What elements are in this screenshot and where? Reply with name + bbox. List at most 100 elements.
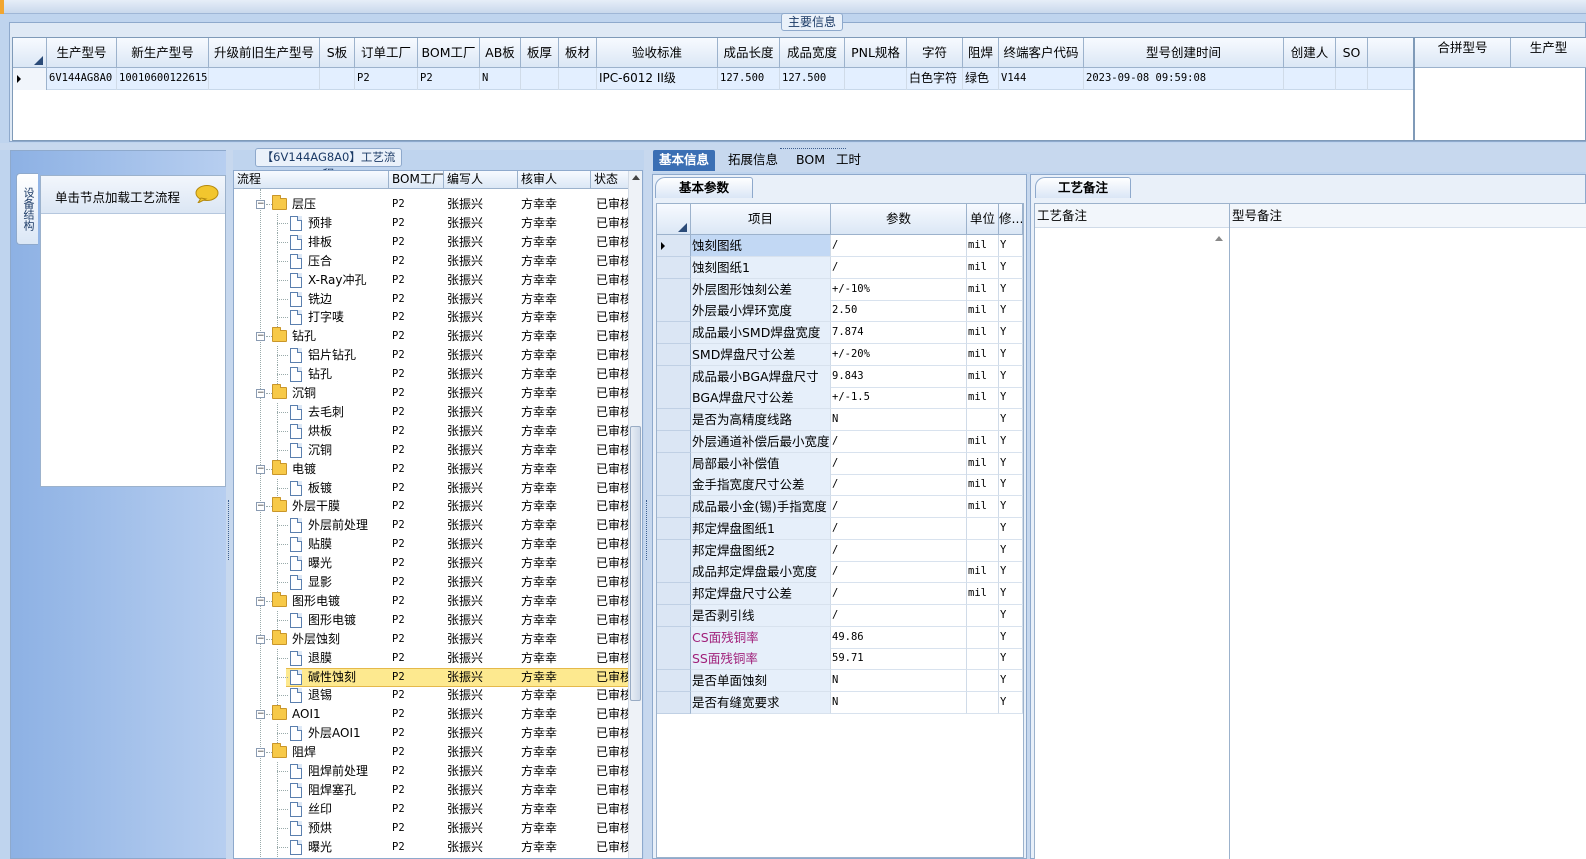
row-selector[interactable] [657, 365, 691, 388]
row-selector[interactable] [657, 539, 691, 562]
params-row[interactable]: 局部最小补偿值 / mil Y [657, 452, 1023, 475]
table-cell[interactable] [521, 68, 559, 90]
column-header[interactable]: S板 [320, 38, 355, 68]
horizontal-splitter[interactable] [0, 143, 1586, 150]
param-value-cell[interactable]: / [831, 561, 967, 584]
param-value-cell[interactable]: +/-10% [831, 278, 967, 301]
basic-params-grid[interactable]: 项目 参数 单位 修... 蚀刻图纸 / mil Y 蚀刻图纸1/mil Y 外层图形蚀刻公差 +/… [656, 203, 1024, 858]
params-row[interactable]: 是否单面蚀刻 N Y [657, 670, 1023, 692]
grid-corner[interactable] [13, 38, 47, 68]
tree-row[interactable]: − 电镀 P2 张振兴 方幸幸 已审核 [234, 459, 628, 479]
row-selector[interactable] [657, 670, 691, 692]
tree-row[interactable]: 碱性蚀刻 P2 张振兴 方幸幸 已审核 [234, 667, 628, 687]
tab-process-notes[interactable]: 工艺备注 [1035, 177, 1131, 198]
row-selector[interactable] [13, 68, 47, 90]
scroll-up-icon[interactable] [632, 175, 640, 180]
tree-row[interactable]: 排板 P2 张振兴 方幸幸 已审核 [234, 232, 628, 252]
column-header[interactable]: 验收标准 [597, 38, 718, 68]
scroll-thumb[interactable] [630, 426, 641, 701]
collapse-icon[interactable]: − [256, 200, 265, 209]
collapse-icon[interactable]: − [256, 596, 265, 606]
tree-row[interactable]: 压合 P2 张振兴 方幸幸 已审核 [234, 251, 628, 271]
collapse-icon[interactable]: − [256, 389, 265, 398]
param-value-cell[interactable]: / [831, 256, 967, 279]
left-splitter[interactable] [226, 150, 233, 859]
tree-row[interactable]: − 钻孔 P2 张振兴 方幸幸 已审核 [234, 327, 628, 346]
row-selector[interactable] [657, 452, 691, 475]
params-row[interactable]: 外层最小焊环宽度 2.50 mil Y [657, 300, 1023, 323]
tree-row[interactable]: 外层AOI1 P2 张振兴 方幸幸 已审核 [234, 724, 628, 744]
param-flag-cell[interactable]: Y [999, 670, 1023, 692]
table-cell[interactable] [209, 68, 320, 90]
row-selector[interactable] [657, 278, 691, 301]
table-cell[interactable]: 绿色 [963, 68, 999, 90]
tree-row[interactable]: 沉铜 P2 张振兴 方幸幸 已审核 [234, 440, 628, 460]
param-value-cell[interactable]: 49.86 [831, 626, 967, 649]
tree-row[interactable]: 铝片钻孔 P2 张振兴 方幸幸 已审核 [234, 346, 628, 366]
param-flag-cell[interactable]: Y [999, 583, 1023, 605]
row-selector[interactable] [657, 322, 691, 344]
column-header[interactable]: AB板 [480, 38, 521, 68]
row-selector[interactable] [657, 604, 691, 627]
column-header[interactable]: 合拼型号 [1415, 38, 1511, 68]
row-selector[interactable] [657, 517, 691, 540]
tree-row[interactable]: 板镀 P2 张振兴 方幸幸 已审核 [234, 478, 628, 498]
collapse-icon[interactable]: − [256, 332, 265, 342]
params-row[interactable]: 是否有缝宽要求 N Y [657, 691, 1023, 714]
tree-row[interactable]: 钻孔 P2 张振兴 方幸幸 已审核 [234, 365, 628, 385]
table-row[interactable]: 6V144AG8A0 10010600122615 P2 P2 N IPC-6012 II… [13, 68, 1413, 90]
param-flag-cell[interactable]: Y [999, 691, 1023, 714]
column-header[interactable]: 阻焊 [963, 38, 999, 68]
table-cell[interactable]: 6V144AG8A0 [47, 68, 117, 90]
params-row[interactable]: 金手指宽度尺寸公差 / mil Y [657, 474, 1023, 497]
column-header[interactable]: 字符 [907, 38, 963, 68]
params-row[interactable]: 外层图形蚀刻公差 +/-10% mil Y [657, 278, 1023, 301]
tree-row[interactable]: 铣边 P2 张振兴 方幸幸 已审核 [234, 289, 628, 309]
params-row[interactable]: 是否为高精度线路 N Y [657, 409, 1023, 431]
column-header[interactable]: 新生产型号 [117, 38, 209, 68]
tree-column-header[interactable]: 流程 [234, 171, 389, 189]
column-header[interactable]: 终端客户代码 [999, 38, 1084, 68]
tree-row[interactable]: − 外层蚀刻 P2 张振兴 方幸幸 已审核 [234, 629, 628, 649]
row-selector[interactable] [657, 235, 691, 257]
param-value-cell[interactable]: / [831, 604, 967, 627]
tab-extended-info[interactable]: 拓展信息 [722, 150, 784, 171]
column-header[interactable]: 成品长度 [718, 38, 780, 68]
tree-row[interactable]: − AOI1 P2 张振兴 方幸幸 已审核 [234, 705, 628, 724]
table-cell[interactable]: V144 [999, 68, 1084, 90]
main-info-grid[interactable]: 生产型号 新生产型号 升级前旧生产型号 S板 订单工厂 BOM工厂 AB板 板厚 板材 验收标准成… [12, 37, 1414, 141]
row-selector[interactable] [657, 256, 691, 279]
params-row[interactable]: 邦定焊盘图纸2/ Y [657, 539, 1023, 562]
param-value-cell[interactable]: 7.874 [831, 322, 967, 344]
tree-row[interactable]: − 图形电镀 P2 张振兴 方幸幸 已审核 [234, 591, 628, 611]
column-header[interactable]: 型号创建时间 [1084, 38, 1284, 68]
param-flag-cell[interactable]: Y [999, 474, 1023, 497]
params-column-header[interactable]: 单位 [967, 204, 999, 235]
params-row[interactable]: 成品最小金(锡)手指宽度 / mil Y [657, 496, 1023, 518]
param-value-cell[interactable]: / [831, 583, 967, 605]
tree-row[interactable]: 曝光 P2 张振兴 方幸幸 已审核 [234, 837, 628, 857]
tree-row[interactable]: 贴膜 P2 张振兴 方幸幸 已审核 [234, 535, 628, 555]
param-value-cell[interactable]: / [831, 452, 967, 475]
params-row[interactable]: 蚀刻图纸 / mil Y [657, 235, 1023, 257]
param-flag-cell[interactable]: Y [999, 452, 1023, 475]
row-selector[interactable] [657, 343, 691, 366]
splitter-grip[interactable] [780, 143, 846, 149]
param-value-cell[interactable]: 9.843 [831, 365, 967, 388]
column-header[interactable]: 订单工厂 [355, 38, 418, 68]
tree-column-header[interactable]: 编写人 [444, 171, 518, 189]
tree-row[interactable]: − 沉铜 P2 张振兴 方幸幸 已审核 [234, 384, 628, 403]
tree-row[interactable]: 预排 P2 张振兴 方幸幸 已审核 [234, 213, 628, 233]
tree-row[interactable]: 显影 P2 张振兴 方幸幸 已审核 [234, 573, 628, 592]
merge-model-grid[interactable]: 合拼型号 生产型 [1414, 37, 1586, 141]
row-selector[interactable] [657, 387, 691, 410]
table-cell[interactable] [845, 68, 907, 90]
table-cell[interactable] [1336, 68, 1368, 90]
param-flag-cell[interactable]: Y [999, 517, 1023, 540]
row-selector[interactable] [657, 430, 691, 453]
params-row[interactable]: SS面残铜率 59.71 Y [657, 648, 1023, 671]
param-value-cell[interactable]: / [831, 474, 967, 497]
column-header[interactable]: 成品宽度 [780, 38, 845, 68]
row-selector[interactable] [657, 561, 691, 584]
table-cell[interactable] [320, 68, 355, 90]
